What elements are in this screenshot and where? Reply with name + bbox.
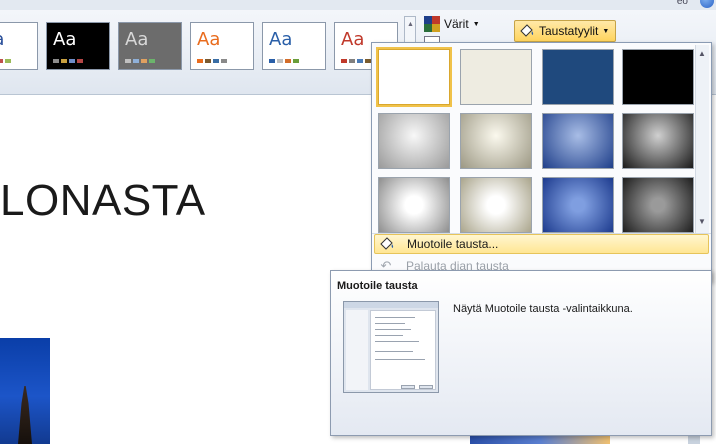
bg-style-cell-8[interactable] [378,177,450,233]
theme-swatches [125,59,155,63]
bg-style-cell-2[interactable] [542,49,614,105]
bg-style-cell-6[interactable] [542,113,614,169]
format-background-label: Muotoile tausta... [407,237,499,251]
bg-style-cell-7[interactable] [622,113,694,169]
background-styles-grid [376,47,698,233]
format-background-menu-item[interactable]: Muotoile tausta... [374,234,709,254]
theme-gallery: Aa Aa Aa Aa Aa Aa [0,18,404,74]
colors-button[interactable]: Värit ▼ [424,14,480,34]
color-palette-icon [424,16,440,32]
scroll-down-icon[interactable]: ▼ [698,217,706,226]
theme-swatches [197,59,227,63]
theme-aa-label: Aa [0,29,4,50]
slide-title[interactable]: LONASTA [0,176,206,226]
tooltip-description: Näytä Muotoile tausta -valintaikkuna. [453,303,633,315]
paint-bucket-icon [519,24,535,38]
theme-thumbnail-3[interactable]: Aa [190,22,254,70]
scroll-up-icon[interactable]: ▲ [698,49,706,58]
bg-style-cell-10[interactable] [542,177,614,233]
bg-style-cell-0[interactable] [376,47,452,107]
background-styles-scrollbar[interactable]: ▲ ▼ [695,45,709,233]
theme-aa-label: Aa [53,29,77,50]
bg-style-cell-3[interactable] [622,49,694,105]
slide-photo[interactable] [0,338,50,444]
scroll-up-icon[interactable]: ▲ [407,21,414,28]
ribbon-top-strip [0,0,716,10]
bg-style-cell-4[interactable] [378,113,450,169]
theme-thumbnail-0[interactable]: Aa [0,22,38,70]
window-corner-text: eo [676,0,688,7]
theme-swatches [53,59,83,63]
bg-style-cell-1[interactable] [460,49,532,105]
theme-swatches [0,59,11,63]
tooltip-title: Muotoile tausta [337,280,418,292]
theme-aa-label: Aa [269,29,293,50]
theme-thumbnail-1[interactable]: Aa [46,22,110,70]
background-styles-button[interactable]: Taustatyylit ▼ [514,20,617,42]
background-styles-dropdown: ▲ ▼ Muotoile tausta... ↶ Palauta dian ta… [371,42,712,282]
theme-aa-label: Aa [197,29,221,50]
bg-style-cell-11[interactable] [622,177,694,233]
format-background-tooltip: Muotoile tausta Näytä Muotoile tausta -v… [330,270,712,436]
theme-swatches [269,59,299,63]
tower-silhouette [18,386,32,444]
theme-aa-label: Aa [341,29,365,50]
scrollbar-peek [688,436,700,444]
theme-thumbnail-4[interactable]: Aa [262,22,326,70]
paint-bucket-icon [375,235,399,253]
bg-style-cell-9[interactable] [460,177,532,233]
slide-thumbnail-peek [470,436,610,444]
colors-label: Värit [444,17,469,31]
theme-swatches [341,59,371,63]
chevron-down-icon: ▼ [602,27,610,35]
theme-aa-label: Aa [125,29,149,50]
background-styles-label: Taustatyylit [539,24,599,38]
bg-style-cell-5[interactable] [460,113,532,169]
theme-thumbnail-2[interactable]: Aa [118,22,182,70]
dialog-preview-image [343,301,439,393]
chevron-down-icon: ▼ [472,20,480,28]
